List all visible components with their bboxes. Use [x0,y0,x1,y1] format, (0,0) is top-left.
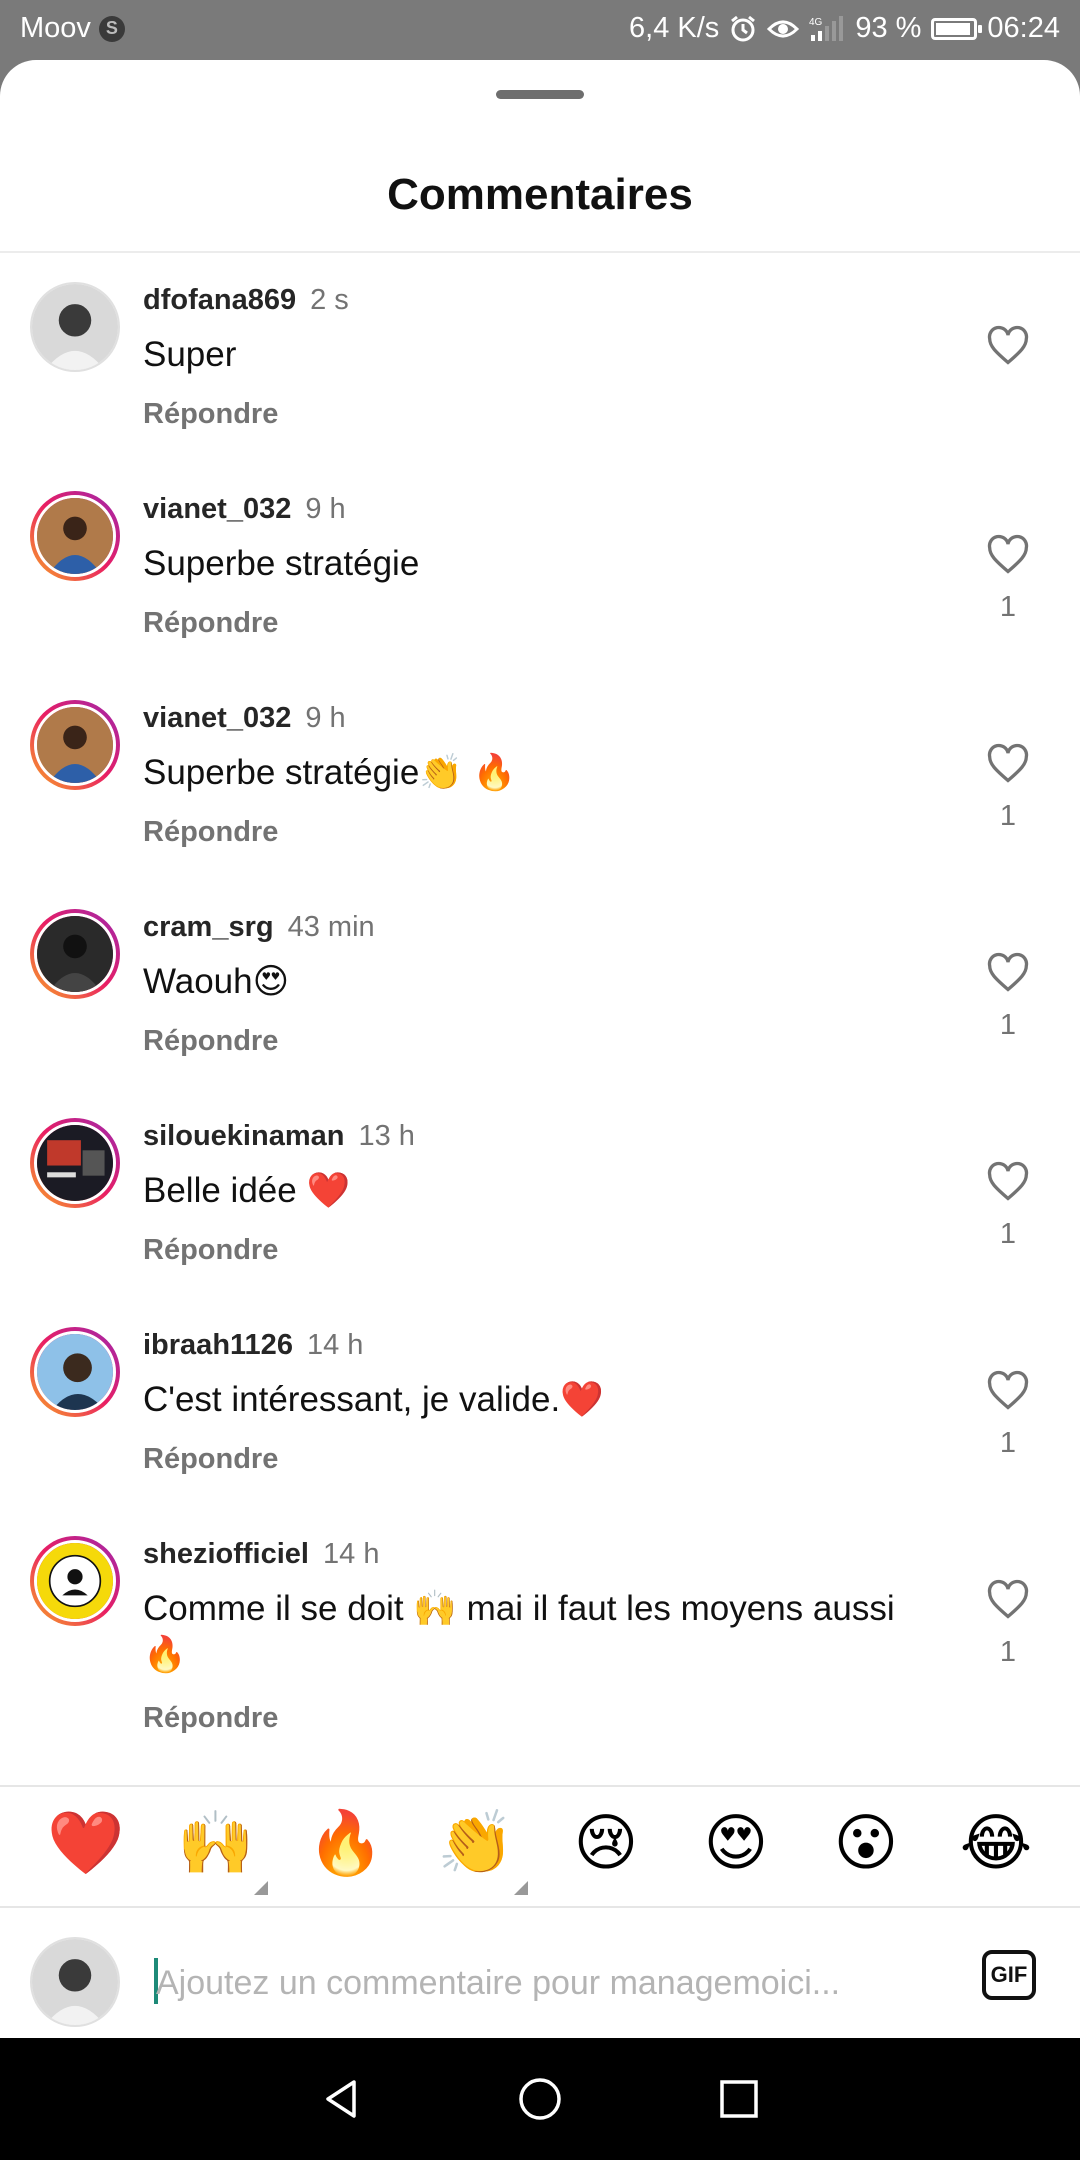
system-nav-bar [0,2038,1080,2160]
like-heart-icon[interactable] [986,1578,1030,1622]
comment-text: Comme il se doit 🙌 mai il faut les moyen… [143,1589,895,1674]
comment-text: Superbe stratégie [143,544,420,583]
avatar[interactable] [30,1536,120,1626]
clock: 06:24 [987,12,1060,44]
quick-reactions-bar: ❤️ 🙌 🔥 👏 😢 😍 😮 😂 [0,1803,1080,1895]
avatar[interactable] [30,282,120,372]
gif-button[interactable]: GIF [982,1950,1036,2000]
battery-icon [931,17,983,40]
comment-input[interactable] [156,1956,916,2010]
like-heart-icon[interactable] [986,951,1030,995]
carrier-name: Moov [20,12,91,44]
like-count: 1 [999,1427,1017,1459]
like-count: 1 [999,591,1017,623]
reaction-raised-hands[interactable]: 🙌 [176,1803,268,1895]
recents-icon[interactable] [714,2074,764,2124]
reply-button[interactable]: Répondre [143,1443,278,1476]
status-bar: Moov S 6,4 K/s 4G 93 % 06:24 [0,0,1080,60]
reply-button[interactable]: Répondre [143,1234,278,1267]
reaction-surprised[interactable]: 😮 [826,1803,906,1883]
comment-text: Belle idée ❤️ [143,1171,351,1210]
divider [0,251,1080,253]
comment-username[interactable]: silouekinaman [143,1120,344,1152]
signal-icon: 4G [809,15,845,43]
like-heart-icon[interactable] [986,533,1030,577]
like-count: 1 [999,1218,1017,1250]
like-count: 1 [999,800,1017,832]
status-bar-left: Moov S [20,12,125,45]
like-heart-icon[interactable] [986,1160,1030,1204]
comment-time: 13 h [358,1120,415,1152]
reply-button[interactable]: Répondre [143,607,278,640]
like-heart-icon[interactable] [986,1369,1030,1413]
avatar[interactable] [30,909,120,999]
comment-username[interactable]: cram_srg [143,911,274,943]
home-icon[interactable] [515,2074,565,2124]
eye-icon [767,17,800,41]
comment-username[interactable]: vianet_032 [143,702,291,734]
comment-meta: cram_srg 43 min [143,911,375,944]
drag-handle[interactable] [496,90,584,99]
comment-meta: ibraah1126 14 h [143,1329,363,1362]
like-heart-icon[interactable] [986,324,1030,368]
battery-percent: 93 % [855,12,922,44]
comment-meta: dfofana869 2 s [143,284,349,317]
comment-time: 2 s [310,284,349,316]
avatar[interactable] [30,700,120,790]
skin-tone-indicator-icon [254,1881,268,1895]
reaction-heart-eyes[interactable]: 😍 [696,1803,776,1883]
comment-username[interactable]: dfofana869 [143,284,296,316]
reaction-raised-hands-glyph: 🙌 [177,1806,255,1879]
divider [0,1785,1080,1787]
comments-sheet: Commentaires dfofana869 2 s Super Répondr… [0,60,1080,2038]
avatar[interactable] [30,491,120,581]
comment-meta: silouekinaman 13 h [143,1120,415,1153]
comment-username[interactable]: vianet_032 [143,493,291,525]
status-bar-right: 6,4 K/s 4G 93 % 06:24 [629,12,1060,45]
skin-tone-indicator-icon [514,1881,528,1895]
avatar[interactable] [30,1327,120,1417]
comment-time: 9 h [305,493,346,525]
comment-username[interactable]: ibraah1126 [143,1329,293,1361]
svg-text:4G: 4G [809,17,823,28]
comment-text: Waouh😍 [143,962,290,1001]
like-count: 1 [999,1009,1017,1041]
own-avatar [30,1937,120,2027]
network-speed: 6,4 K/s [629,12,720,44]
comment-text: Super [143,335,237,374]
reply-button[interactable]: Répondre [143,1702,278,1735]
like-heart-icon[interactable] [986,742,1030,786]
comment-meta: sheziofficiel 14 h [143,1538,379,1571]
comment-meta: vianet_032 9 h [143,702,346,735]
reply-button[interactable]: Répondre [143,816,278,849]
comment-text: C'est intéressant, je valide.❤️ [143,1380,604,1419]
sheet-title: Commentaires [387,170,693,219]
carrier-badge: S [98,15,125,42]
comment-time: 14 h [323,1538,380,1570]
comment-time: 14 h [306,1329,364,1361]
reply-button[interactable]: Répondre [143,398,278,431]
reaction-heart[interactable]: ❤️ [46,1803,126,1883]
comment-text: Superbe stratégie👏 🔥 [143,753,517,792]
comment-username[interactable]: sheziofficiel [143,1538,309,1570]
alarm-icon [729,15,757,43]
back-icon[interactable] [316,2074,366,2124]
reaction-clap-glyph: 👏 [437,1806,515,1879]
reply-button[interactable]: Répondre [143,1025,278,1058]
like-count: 1 [999,1636,1017,1668]
reaction-laughing[interactable]: 😂 [956,1803,1036,1883]
comment-time: 43 min [287,911,375,943]
comment-time: 9 h [305,702,346,734]
avatar[interactable] [30,1118,120,1208]
divider [0,1906,1080,1908]
reaction-crying[interactable]: 😢 [566,1803,646,1883]
reaction-fire[interactable]: 🔥 [306,1803,386,1883]
reaction-clap[interactable]: 👏 [436,1803,528,1895]
comment-meta: vianet_032 9 h [143,493,346,526]
